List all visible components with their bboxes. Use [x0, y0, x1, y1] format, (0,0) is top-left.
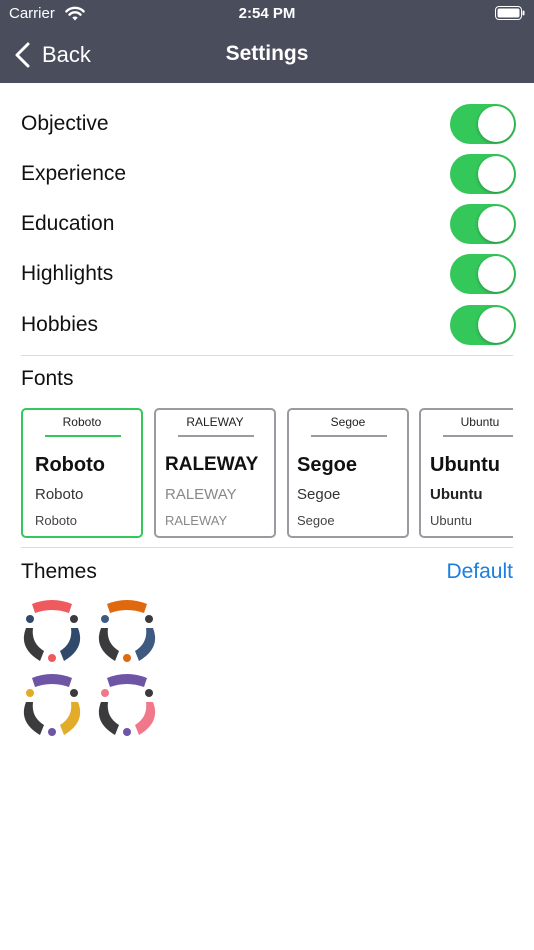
font-card-rule	[311, 435, 387, 437]
font-sample-large: Roboto	[35, 454, 105, 476]
default-theme-button[interactable]: Default	[446, 560, 513, 584]
toggle-label: Hobbies	[21, 313, 99, 336]
divider	[21, 355, 513, 356]
toggle-row-experience: Experience	[21, 152, 516, 196]
toggle-label: Highlights	[21, 262, 114, 285]
toggle-label: Education	[21, 212, 115, 235]
education-switch[interactable]	[450, 204, 516, 244]
font-card-rule	[443, 435, 513, 437]
font-sample-small: Ubuntu	[430, 513, 472, 528]
toggle-row-hobbies: Hobbies	[21, 303, 516, 347]
font-card-rule	[45, 435, 121, 437]
font-carousel[interactable]: Roboto Roboto Roboto Roboto RALEWAY RALE…	[21, 408, 513, 538]
theme-purple-pink-icon[interactable]	[93, 672, 161, 740]
switch-knob	[478, 156, 514, 192]
divider	[21, 547, 513, 548]
font-sample-large: Ubuntu	[430, 454, 500, 476]
battery-icon	[495, 6, 525, 20]
themes-section-title: Themes	[21, 560, 97, 583]
highlights-switch[interactable]	[450, 254, 516, 294]
font-card-header: Roboto	[62, 415, 102, 429]
font-card-header: RALEWAY	[186, 415, 244, 429]
font-sample-small: Segoe	[297, 513, 335, 528]
font-sample-small: RALEWAY	[165, 513, 228, 528]
experience-switch[interactable]	[450, 154, 516, 194]
status-time: 2:54 PM	[238, 5, 296, 22]
font-card-segoe[interactable]: Segoe Segoe Segoe Segoe	[287, 408, 409, 538]
toggle-row-highlights: Highlights	[21, 252, 516, 296]
toggle-label: Experience	[21, 162, 127, 185]
toggle-row-objective: Objective	[21, 102, 516, 146]
toggle-label: Objective	[21, 112, 109, 135]
font-card-ubuntu[interactable]: Ubuntu Ubuntu Ubuntu Ubuntu	[419, 408, 513, 538]
switch-knob	[478, 256, 514, 292]
font-card-header: Ubuntu	[460, 415, 500, 429]
theme-purple-gold-icon[interactable]	[18, 672, 86, 740]
status-bar: Carrier 2:54 PM	[0, 0, 534, 28]
font-sample-medium: Ubuntu	[430, 486, 483, 503]
font-card-header: Segoe	[330, 415, 366, 429]
switch-knob	[478, 106, 514, 142]
switch-knob	[478, 307, 514, 343]
navigation-bar: Carrier 2:54 PM Back Settings	[0, 0, 534, 83]
font-sample-large: Segoe	[297, 454, 358, 476]
font-card-raleway[interactable]: RALEWAY RALEWAY RALEWAY RALEWAY	[154, 408, 276, 538]
font-card-rule	[178, 435, 254, 437]
font-sample-small: Roboto	[35, 513, 77, 528]
switch-knob	[478, 206, 514, 242]
font-sample-medium: RALEWAY	[165, 486, 237, 503]
font-sample-medium: Roboto	[35, 486, 84, 503]
font-card-roboto[interactable]: Roboto Roboto Roboto Roboto	[21, 408, 143, 538]
font-sample-medium: Segoe	[297, 486, 341, 503]
toggle-row-education: Education	[21, 202, 516, 246]
fonts-section-title: Fonts	[21, 367, 74, 390]
hobbies-switch[interactable]	[450, 305, 516, 345]
page-title: Settings	[225, 42, 309, 65]
objective-switch[interactable]	[450, 104, 516, 144]
theme-red-navy-icon[interactable]	[18, 598, 86, 666]
font-sample-large: RALEWAY	[165, 454, 259, 475]
theme-orange-blue-icon[interactable]	[93, 598, 161, 666]
